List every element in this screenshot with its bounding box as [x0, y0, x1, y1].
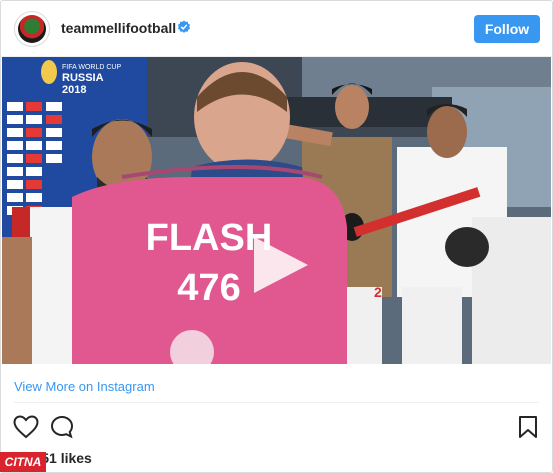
post-header: teammellifootball Follow: [1, 1, 552, 57]
heart-icon[interactable]: [13, 415, 39, 439]
follow-button[interactable]: Follow: [474, 15, 540, 43]
instagram-embed-card: teammellifootball Follow FIFA WORLD CUP …: [0, 0, 553, 473]
view-more-link[interactable]: View More on Instagram: [14, 379, 155, 394]
username-link[interactable]: teammellifootball: [61, 20, 176, 36]
comment-icon[interactable]: [50, 415, 74, 439]
jersey-number: 2: [374, 284, 382, 300]
post-video[interactable]: FIFA WORLD CUP RUSSIA 2018 FLASH 476 2: [2, 57, 551, 364]
banner-line3: 2018: [62, 84, 86, 96]
video-frame: FIFA WORLD CUP RUSSIA 2018 FLASH 476 2: [2, 57, 551, 364]
play-icon[interactable]: [248, 233, 312, 297]
watermark-logo: CITNA: [0, 452, 46, 472]
bookmark-icon[interactable]: [518, 415, 538, 439]
banner-line1: FIFA WORLD CUP: [62, 64, 121, 71]
verified-badge-icon: [177, 20, 191, 33]
banner-line2: RUSSIA: [62, 72, 104, 84]
divider: [14, 402, 539, 403]
avatar[interactable]: [14, 11, 50, 47]
vest-line2: 476: [177, 267, 240, 309]
